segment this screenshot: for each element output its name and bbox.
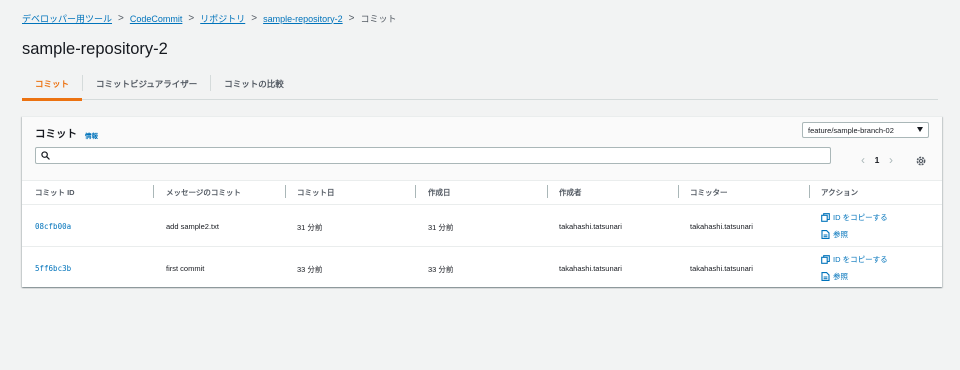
commit-id-link[interactable]: 5ff6bc3b bbox=[35, 264, 71, 273]
copy-icon bbox=[821, 213, 830, 222]
panel-title: コミット bbox=[35, 128, 77, 140]
tab-bar: コミット コミットビジュアライザー コミットの比較 bbox=[22, 74, 938, 101]
breadcrumb-current: コミット bbox=[360, 14, 397, 24]
table-row: 5ff6bc3b first commit 33 分前 33 分前 takaha… bbox=[22, 246, 942, 288]
author: takahashi.tatsunari bbox=[559, 222, 622, 231]
breadcrumb-developer-tools[interactable]: デベロッパー用ツール bbox=[22, 12, 112, 25]
column-header-message[interactable]: メッセージのコミット bbox=[166, 187, 241, 198]
column-divider bbox=[285, 185, 286, 198]
browse-label: 参照 bbox=[833, 230, 848, 239]
pagination: ‹ 1 › bbox=[856, 153, 898, 167]
tab-commits[interactable]: コミット bbox=[22, 74, 83, 101]
pagination-next-button[interactable]: › bbox=[884, 153, 898, 167]
breadcrumb-separator: > bbox=[188, 13, 195, 24]
document-icon bbox=[821, 230, 830, 239]
copy-id-button[interactable]: ID をコピーする bbox=[821, 254, 888, 265]
column-divider bbox=[678, 185, 679, 198]
column-divider bbox=[547, 185, 548, 198]
commit-message: add sample2.txt bbox=[166, 222, 219, 231]
commit-message: first commit bbox=[166, 264, 205, 273]
gear-icon[interactable] bbox=[915, 155, 927, 167]
commit-id-link[interactable]: 08cfb00a bbox=[35, 222, 71, 231]
breadcrumb-separator: > bbox=[348, 13, 355, 24]
column-header-created-date[interactable]: 作成日 bbox=[428, 187, 451, 198]
pagination-prev-button[interactable]: ‹ bbox=[856, 153, 870, 167]
search-icon bbox=[41, 151, 50, 160]
breadcrumb-repositories[interactable]: リポジトリ bbox=[200, 12, 245, 25]
browse-label: 参照 bbox=[833, 272, 848, 281]
info-link[interactable]: 情報 bbox=[85, 130, 98, 140]
browse-button[interactable]: 参照 bbox=[821, 271, 848, 282]
browse-button[interactable]: 参照 bbox=[821, 229, 848, 240]
copy-id-label: ID をコピーする bbox=[833, 213, 888, 222]
commit-date: 31 分前 bbox=[297, 223, 323, 232]
column-header-committer[interactable]: コミッター bbox=[690, 187, 728, 198]
column-divider bbox=[153, 185, 154, 198]
branch-select-value: feature/sample-branch-02 bbox=[808, 125, 894, 135]
search-input[interactable] bbox=[53, 150, 823, 162]
column-header-commit-date[interactable]: コミット日 bbox=[297, 187, 335, 198]
column-divider bbox=[415, 185, 416, 198]
copy-id-label: ID をコピーする bbox=[833, 255, 888, 264]
committer: takahashi.tatsunari bbox=[690, 222, 753, 231]
column-header-commit-id[interactable]: コミット ID bbox=[35, 187, 75, 198]
created-date: 33 分前 bbox=[428, 265, 454, 274]
column-header-actions: アクション bbox=[821, 188, 859, 197]
tab-compare-commits[interactable]: コミットの比較 bbox=[211, 74, 297, 100]
pagination-page-1[interactable]: 1 bbox=[870, 155, 884, 165]
commit-date: 33 分前 bbox=[297, 265, 323, 274]
commits-panel: コミット 情報 feature/sample-branch-02 ‹ 1 › コ… bbox=[22, 116, 942, 287]
copy-icon bbox=[821, 255, 830, 264]
breadcrumb-repository[interactable]: sample-repository-2 bbox=[263, 14, 343, 24]
committer: takahashi.tatsunari bbox=[690, 264, 753, 273]
breadcrumb-separator: > bbox=[251, 13, 258, 24]
column-header-author[interactable]: 作成者 bbox=[559, 187, 582, 198]
document-icon bbox=[821, 272, 830, 281]
copy-id-button[interactable]: ID をコピーする bbox=[821, 212, 888, 223]
column-divider bbox=[809, 185, 810, 198]
breadcrumb-codecommit[interactable]: CodeCommit bbox=[130, 14, 183, 24]
panel-header: コミット 情報 feature/sample-branch-02 ‹ 1 › bbox=[22, 117, 942, 181]
search-field[interactable] bbox=[35, 147, 831, 164]
breadcrumb-separator: > bbox=[118, 13, 124, 24]
table-row: 08cfb00a add sample2.txt 31 分前 31 分前 tak… bbox=[22, 204, 942, 246]
created-date: 31 分前 bbox=[428, 223, 454, 232]
breadcrumb: デベロッパー用ツール > CodeCommit > リポジトリ > sample… bbox=[22, 12, 396, 25]
page-title: sample-repository-2 bbox=[22, 40, 168, 58]
branch-select[interactable]: feature/sample-branch-02 bbox=[802, 122, 929, 138]
caret-down-icon bbox=[917, 127, 923, 132]
author: takahashi.tatsunari bbox=[559, 264, 622, 273]
tab-commit-visualizer[interactable]: コミットビジュアライザー bbox=[83, 74, 210, 100]
